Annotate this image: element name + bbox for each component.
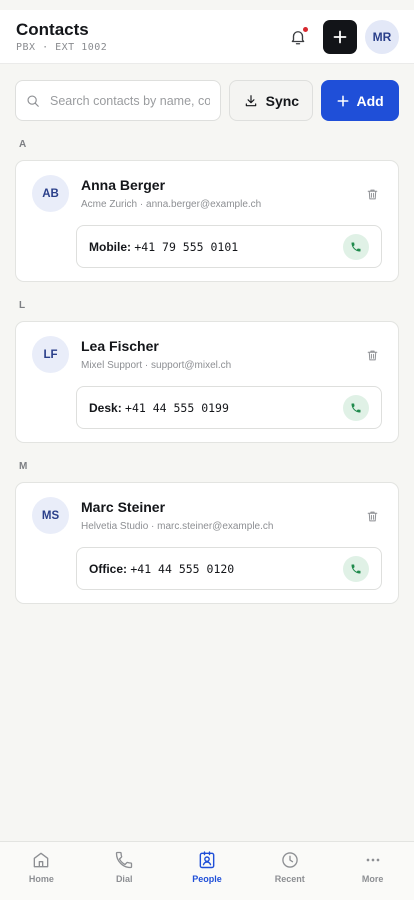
phone-label: Desk: — [89, 400, 122, 415]
phone-number: +41 44 555 0120 — [130, 561, 235, 576]
trash-icon — [367, 511, 377, 521]
delete-contact-button[interactable] — [362, 184, 382, 204]
phone-icon — [351, 242, 361, 251]
contact-avatar: LF — [32, 336, 69, 373]
search-input[interactable] — [50, 93, 210, 108]
nav-label: Recent — [274, 874, 305, 884]
user-avatar[interactable]: MR — [365, 19, 399, 54]
contacts-icon — [199, 851, 215, 869]
toolbar: Sync Add — [0, 64, 414, 121]
call-button[interactable] — [343, 555, 369, 582]
phone-number: +41 79 555 0101 — [134, 239, 239, 254]
search-icon — [27, 94, 39, 107]
notifications-button[interactable] — [285, 24, 311, 50]
nav-item-recent[interactable]: Recent — [248, 842, 331, 900]
phone-row: Desk: +41 44 555 0199 — [76, 386, 382, 429]
phone-icon — [116, 851, 133, 869]
contact-avatar: AB — [32, 175, 69, 212]
bottom-nav: Home Dial People Recent More — [0, 841, 414, 900]
add-contact-button[interactable]: Add — [321, 80, 400, 121]
phone-row: Office: +41 44 555 0120 — [76, 547, 382, 590]
contact-name: Anna Berger — [81, 177, 166, 193]
contact-card[interactable]: LF Lea Fischer Mixel Support · support@m… — [15, 321, 399, 443]
nav-item-dial[interactable]: Dial — [83, 842, 166, 900]
notification-dot — [303, 26, 308, 32]
contact-card[interactable]: AB Anna Berger Acme Zurich · anna.berger… — [15, 160, 399, 282]
phone-row: Mobile: +41 79 555 0101 — [76, 225, 382, 268]
status-bar-gap — [0, 0, 414, 10]
phone-number: +41 44 555 0199 — [125, 400, 229, 415]
more-icon — [366, 858, 379, 862]
plus-icon — [337, 95, 349, 106]
search-box[interactable] — [15, 80, 222, 121]
contact-meta: Mixel Support · support@mixel.ch — [81, 360, 232, 371]
nav-label: People — [192, 874, 222, 884]
nav-item-home[interactable]: Home — [0, 842, 83, 900]
plus-icon — [333, 30, 347, 43]
contact-name: Lea Fischer — [81, 338, 159, 354]
section-letter: M — [19, 461, 28, 472]
call-button[interactable] — [343, 394, 369, 421]
phone-label: Mobile: — [89, 239, 131, 254]
contact-name: Marc Steiner — [81, 499, 166, 515]
contact-avatar: MS — [32, 497, 69, 534]
contact-meta: Helvetia Studio · marc.steiner@example.c… — [81, 521, 274, 532]
phone-icon — [351, 564, 361, 573]
contact-meta: Acme Zurich · anna.berger@example.ch — [81, 199, 262, 210]
call-button[interactable] — [343, 233, 369, 260]
nav-item-more[interactable]: More — [331, 842, 414, 900]
app-header: Contacts PBX · EXT 1002 MR — [0, 10, 414, 64]
page-title: Contacts — [16, 20, 89, 39]
nav-label: Dial — [115, 874, 133, 884]
home-icon — [34, 852, 49, 868]
clock-icon — [282, 852, 298, 868]
phone-icon — [351, 403, 361, 412]
phone-label: Office: — [89, 561, 128, 576]
trash-icon — [367, 350, 377, 360]
nav-label: More — [361, 874, 384, 884]
header-text: Contacts PBX · EXT 1002 — [16, 20, 285, 53]
add-label: Add — [356, 92, 384, 109]
delete-contact-button[interactable] — [362, 506, 382, 526]
contact-card[interactable]: MS Marc Steiner Helvetia Studio · marc.s… — [15, 482, 399, 604]
nav-item-people[interactable]: People — [166, 842, 249, 900]
sync-label: Sync — [265, 92, 300, 109]
sync-button[interactable]: Sync — [229, 80, 314, 121]
section-letter: L — [19, 300, 26, 311]
nav-label: Home — [28, 874, 54, 884]
delete-contact-button[interactable] — [362, 345, 382, 365]
trash-icon — [367, 189, 377, 199]
section-letter: A — [19, 139, 27, 150]
extension-subtitle: PBX · EXT 1002 — [16, 42, 108, 53]
download-icon — [245, 94, 256, 106]
new-button[interactable] — [323, 19, 357, 54]
